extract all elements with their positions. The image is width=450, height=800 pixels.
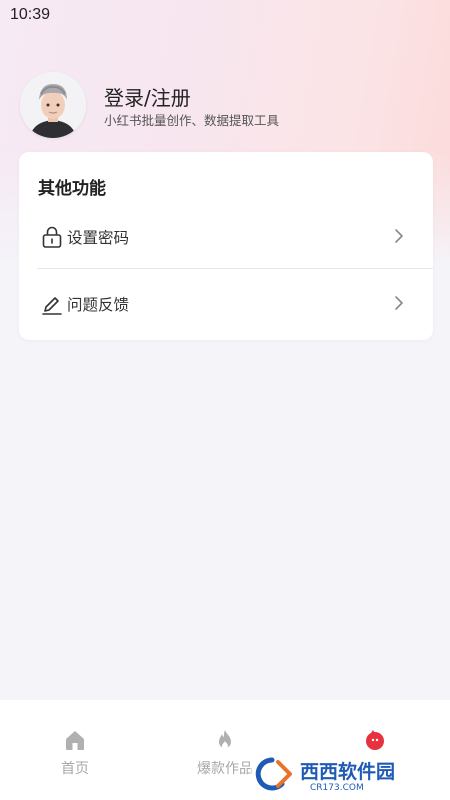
tab-home-label: 首页 [61,761,89,777]
profile-subtitle: 小红书批量创作、数据提取工具 [104,113,280,128]
avatar[interactable] [20,72,86,138]
feedback-label: 问题反馈 [67,296,130,314]
login-register-link[interactable]: 登录/注册 [104,82,191,111]
flame-icon [219,730,231,749]
chevron-right-icon [395,229,403,243]
lock-icon [42,226,62,248]
feedback-item[interactable]: 问题反馈 [19,272,433,332]
mine-icon [366,730,384,750]
divider [37,268,433,269]
status-time: 10:39 [10,6,51,23]
watermark-logo: 西西软件园 CR173.COM [250,752,430,794]
watermark-sub-text: CR173.COM [310,783,364,793]
other-functions-card: 其他功能 设置密码 问题反馈 [19,152,433,340]
home-icon [66,731,84,750]
profile-header[interactable]: 登录/注册 小红书批量创作、数据提取工具 [20,72,430,138]
set-password-label: 设置密码 [67,229,130,247]
avatar-3d-boy-icon [20,72,86,138]
set-password-item[interactable]: 设置密码 [19,205,433,265]
card-title: 其他功能 [38,179,106,199]
edit-icon [42,297,62,315]
chevron-right-icon [395,296,403,310]
status-bar: 10:39 [0,0,450,32]
tab-home[interactable]: 首页 [0,700,150,800]
watermark-main-text: 西西软件园 [300,760,395,783]
